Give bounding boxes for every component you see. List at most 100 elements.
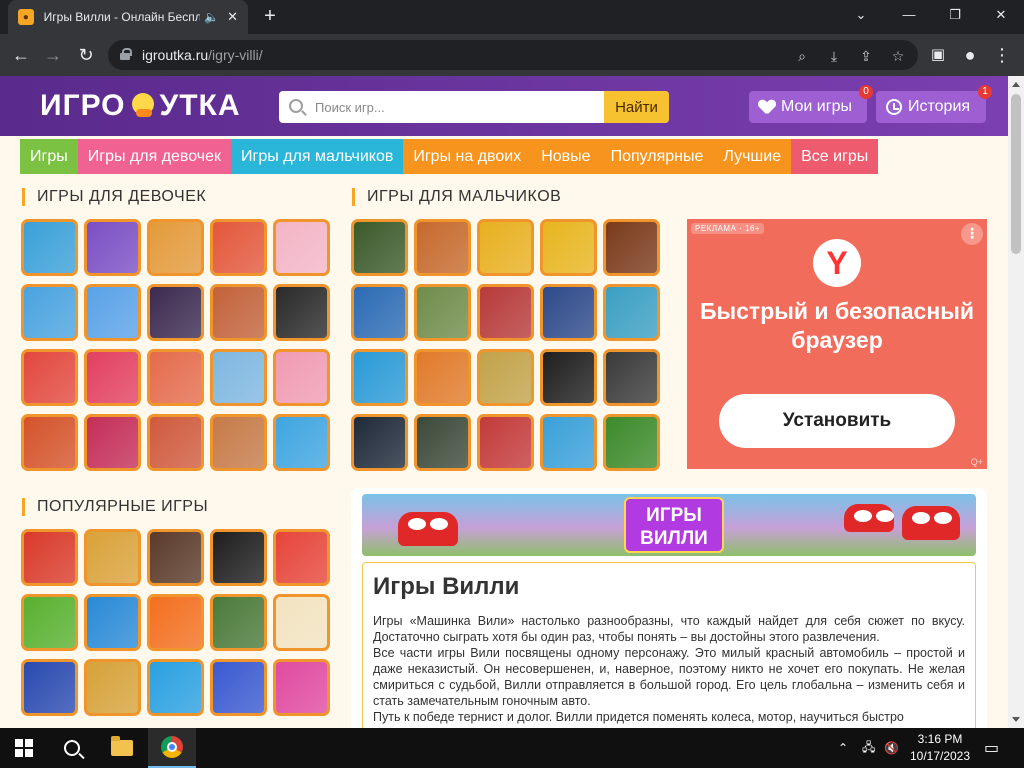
browser-tab[interactable]: ● Игры Вилли - Онлайн Беспл 🔈 ✕	[8, 0, 248, 34]
game-thumbnail[interactable]	[603, 284, 660, 341]
game-thumbnail[interactable]	[477, 349, 534, 406]
volume-icon[interactable]: 🔇	[884, 728, 899, 768]
game-thumbnail[interactable]	[84, 414, 141, 471]
game-thumbnail[interactable]	[21, 414, 78, 471]
taskbar-search-button[interactable]	[48, 728, 96, 768]
nav-item[interactable]: Лучшие	[713, 139, 792, 174]
scroll-thumb[interactable]	[1011, 94, 1021, 254]
game-thumbnail[interactable]	[273, 219, 330, 276]
side-panel-icon[interactable]: ▣	[926, 43, 950, 67]
restore-button[interactable]: ❐	[932, 0, 978, 30]
nav-item[interactable]: Игры на двоих	[403, 139, 532, 174]
lock-icon[interactable]	[120, 48, 132, 60]
game-thumbnail[interactable]	[351, 414, 408, 471]
menu-kebab-icon[interactable]: ⋮	[990, 43, 1014, 67]
game-thumbnail[interactable]	[210, 529, 267, 586]
game-thumbnail[interactable]	[477, 284, 534, 341]
game-thumbnail[interactable]	[414, 414, 471, 471]
nav-item[interactable]: Все игры	[791, 139, 879, 174]
nav-item[interactable]: Игры	[20, 139, 78, 174]
game-thumbnail[interactable]	[210, 414, 267, 471]
game-thumbnail[interactable]	[21, 349, 78, 406]
game-thumbnail[interactable]	[21, 284, 78, 341]
game-thumbnail[interactable]	[147, 529, 204, 586]
forward-button[interactable]: →	[41, 43, 65, 67]
game-thumbnail[interactable]	[540, 284, 597, 341]
game-thumbnail[interactable]	[414, 349, 471, 406]
game-thumbnail[interactable]	[210, 349, 267, 406]
game-thumbnail[interactable]	[84, 659, 141, 716]
install-app-icon[interactable]: ⤓	[824, 46, 844, 66]
game-thumbnail[interactable]	[273, 529, 330, 586]
chrome-taskbar-button[interactable]	[148, 728, 196, 768]
game-thumbnail[interactable]	[273, 349, 330, 406]
game-thumbnail[interactable]	[603, 349, 660, 406]
game-thumbnail[interactable]	[603, 219, 660, 276]
game-thumbnail[interactable]	[477, 414, 534, 471]
new-tab-button[interactable]: +	[258, 4, 282, 28]
profile-avatar-icon[interactable]: ●	[958, 43, 982, 67]
tab-search-chevron-icon[interactable]: ⌄	[838, 0, 884, 30]
url-text[interactable]: igroutka.ru/igry-villi/	[142, 47, 263, 63]
game-thumbnail[interactable]	[210, 219, 267, 276]
bookmark-star-icon[interactable]: ☆	[888, 46, 908, 66]
share-icon[interactable]: ⇪	[856, 46, 876, 66]
game-thumbnail[interactable]	[414, 219, 471, 276]
page-scrollbar[interactable]	[1008, 76, 1024, 728]
reload-button[interactable]: ↻	[74, 43, 98, 67]
minimize-button[interactable]: —	[886, 0, 932, 30]
tab-close-icon[interactable]: ✕	[227, 9, 238, 25]
advertisement[interactable]: РЕКЛАМА · 16+ ⋮ Y Быстрый и безопасный б…	[687, 219, 987, 469]
tab-audio-icon[interactable]: 🔈	[204, 10, 219, 24]
game-thumbnail[interactable]	[147, 284, 204, 341]
nav-item[interactable]: Игры для девочек	[77, 139, 232, 174]
search-input[interactable]	[315, 91, 605, 123]
notifications-icon[interactable]: ▭	[984, 728, 999, 768]
game-thumbnail[interactable]	[84, 529, 141, 586]
scroll-up-arrow-icon[interactable]	[1012, 82, 1020, 87]
nav-item[interactable]: Популярные	[600, 139, 714, 174]
game-thumbnail[interactable]	[414, 284, 471, 341]
history-button[interactable]: История 1	[876, 85, 992, 123]
game-thumbnail[interactable]	[273, 659, 330, 716]
game-thumbnail[interactable]	[84, 594, 141, 651]
game-thumbnail[interactable]	[84, 349, 141, 406]
scroll-down-arrow-icon[interactable]	[1012, 717, 1020, 722]
search-button[interactable]: Найти	[604, 91, 669, 123]
game-thumbnail[interactable]	[21, 529, 78, 586]
game-thumbnail[interactable]	[540, 349, 597, 406]
game-thumbnail[interactable]	[351, 219, 408, 276]
nav-item[interactable]: Игры для мальчиков	[231, 139, 404, 174]
game-thumbnail[interactable]	[147, 659, 204, 716]
address-bar[interactable]: igroutka.ru/igry-villi/ ⌕ ⤓ ⇪ ☆	[108, 40, 918, 70]
game-thumbnail[interactable]	[210, 284, 267, 341]
game-thumbnail[interactable]	[603, 414, 660, 471]
zoom-search-icon[interactable]: ⌕	[792, 46, 812, 66]
system-clock[interactable]: 3:16 PM 10/17/2023	[905, 731, 975, 765]
nav-item[interactable]: Новые	[531, 139, 601, 174]
game-thumbnail[interactable]	[21, 594, 78, 651]
game-thumbnail[interactable]	[147, 414, 204, 471]
game-thumbnail[interactable]	[84, 284, 141, 341]
game-thumbnail[interactable]	[351, 349, 408, 406]
ad-install-button[interactable]: Установить	[719, 394, 955, 448]
game-thumbnail[interactable]	[351, 284, 408, 341]
game-thumbnail[interactable]	[273, 284, 330, 341]
game-thumbnail[interactable]	[540, 414, 597, 471]
game-thumbnail[interactable]	[540, 219, 597, 276]
game-thumbnail[interactable]	[210, 594, 267, 651]
back-button[interactable]: ←	[9, 43, 33, 67]
game-thumbnail[interactable]	[273, 414, 330, 471]
game-thumbnail[interactable]	[147, 349, 204, 406]
game-thumbnail[interactable]	[477, 219, 534, 276]
game-thumbnail[interactable]	[147, 594, 204, 651]
show-hidden-icons-icon[interactable]: ⌃	[838, 728, 848, 768]
game-thumbnail[interactable]	[21, 219, 78, 276]
game-thumbnail[interactable]	[147, 219, 204, 276]
my-games-button[interactable]: Мои игры 0	[749, 85, 873, 123]
game-thumbnail[interactable]	[210, 659, 267, 716]
close-window-button[interactable]: ✕	[978, 0, 1024, 30]
game-thumbnail[interactable]	[273, 594, 330, 651]
network-icon[interactable]: 🖧	[862, 728, 875, 768]
ad-menu-icon[interactable]: ⋮	[961, 223, 983, 245]
